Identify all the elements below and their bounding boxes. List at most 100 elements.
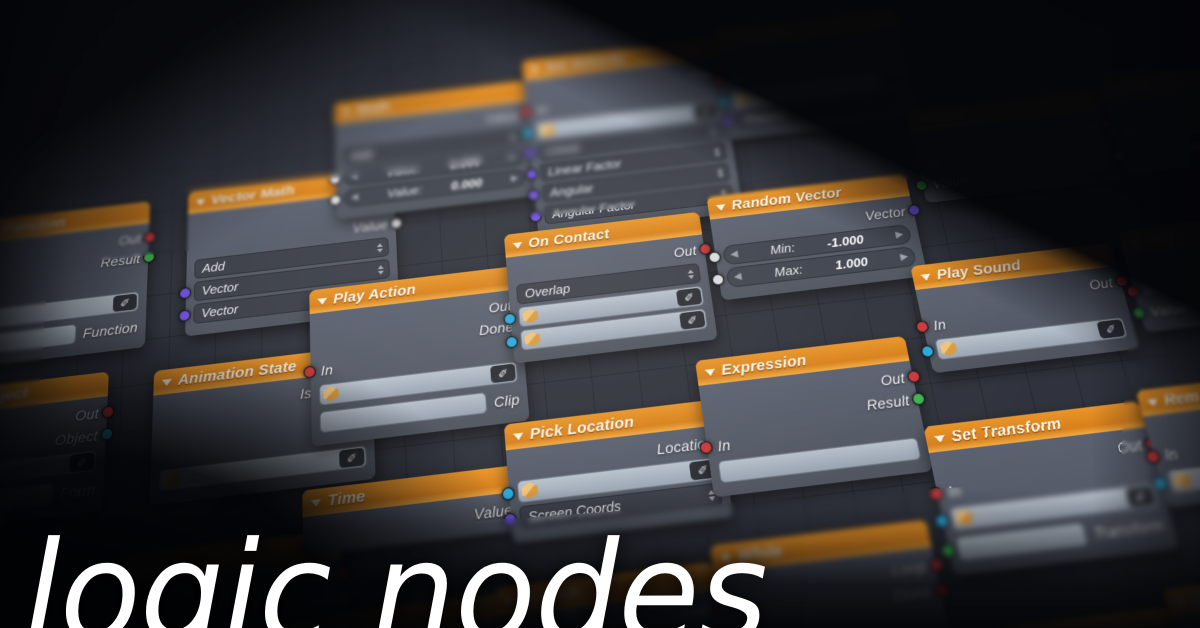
eyedropper-icon[interactable]: ✐ (693, 103, 719, 120)
socket-in-in[interactable] (928, 486, 945, 502)
socket-widget-0[interactable] (920, 344, 935, 358)
text-field[interactable] (0, 323, 77, 360)
object-picker[interactable]: ✐ (0, 449, 98, 495)
collapse-triangle-icon[interactable] (530, 66, 540, 73)
socket-out-out[interactable] (143, 231, 156, 244)
enum-updown-arrows-icon[interactable] (713, 147, 721, 157)
eyedropper-icon[interactable]: ✐ (675, 287, 703, 307)
node-random-vector-a[interactable]: Random Vector Vector ◀ Min: -1.000 ▶ ◀ Max: 1.00… (706, 173, 928, 301)
socket-out-out[interactable] (906, 369, 922, 384)
enum-updown-arrows-icon[interactable] (897, 95, 906, 105)
chevron-left-icon[interactable]: ◀ (733, 271, 742, 282)
node-print-b[interactable]: PrintOutInValue (1117, 209, 1200, 333)
node-header-remove-object[interactable]: Remove Object (1135, 365, 1200, 417)
eyedropper-icon[interactable]: ✐ (879, 72, 906, 90)
node-play-sound[interactable]: Play Sound Out In ✐ (910, 242, 1140, 374)
collapse-triangle-icon[interactable] (161, 378, 172, 387)
collapse-triangle-icon[interactable] (915, 117, 927, 125)
node-string[interactable]: StringStringValue (943, 607, 1200, 628)
node-header-string[interactable]: String (943, 607, 1176, 628)
node-print-a[interactable]: Print Out In Value (905, 88, 1123, 204)
socket-widget-3[interactable] (527, 188, 540, 201)
collapse-triangle-icon[interactable] (722, 35, 733, 42)
socket-in-value[interactable] (1131, 306, 1148, 320)
object-picker[interactable]: ✐ (949, 483, 1159, 532)
socket-widget-2[interactable] (505, 335, 519, 349)
collapse-triangle-icon[interactable] (1146, 398, 1160, 407)
eyedropper-icon[interactable]: ✐ (679, 310, 706, 330)
eyedropper-icon[interactable]: ✐ (339, 447, 365, 469)
text-field[interactable] (319, 391, 488, 434)
socket-out-result[interactable] (911, 392, 927, 406)
node-sleep[interactable]: SleepOutIn◀Time:0.000▶ (1097, 58, 1200, 175)
socket-widget-0[interactable] (707, 250, 722, 264)
collapse-triangle-icon[interactable] (1107, 85, 1119, 93)
object-picker[interactable]: ✐ (1166, 446, 1200, 494)
chevron-right-icon[interactable]: ▶ (895, 229, 905, 240)
eyedropper-icon[interactable]: ✐ (490, 363, 516, 384)
socket-out-out[interactable] (101, 405, 115, 419)
chevron-left-icon[interactable]: ◀ (351, 192, 359, 203)
eyedropper-icon[interactable]: ✐ (69, 451, 95, 473)
eyedropper-icon[interactable]: ✐ (112, 293, 138, 313)
eyedropper-icon[interactable]: ✐ (1125, 485, 1157, 508)
collapse-triangle-icon[interactable] (715, 203, 727, 212)
socket-widget-1[interactable] (523, 147, 536, 159)
socket-in-value[interactable] (914, 179, 929, 192)
chevron-right-icon[interactable]: ▶ (511, 173, 519, 183)
chevron-right-icon[interactable]: ▶ (899, 251, 909, 262)
socket-in-in[interactable] (714, 74, 728, 87)
socket-out-loop[interactable] (928, 557, 945, 573)
socket-widget-2[interactable] (525, 167, 538, 180)
collapse-triangle-icon[interactable] (195, 198, 206, 206)
node-random-vector-b[interactable]: Random VectorVector◀Min:-1.000▶◀Max:1.00… (1162, 563, 1200, 628)
collapse-triangle-icon[interactable] (512, 241, 523, 250)
socket-widget-1[interactable] (711, 272, 725, 286)
node-set-transform[interactable]: Set Transform Out In ✐ Transform (923, 401, 1180, 576)
chevron-left-icon[interactable]: ◀ (350, 171, 358, 181)
object-picker[interactable]: ✐ (516, 457, 720, 504)
enum-updown-arrows-icon[interactable] (716, 167, 724, 178)
node-on-contact[interactable]: On Contact Out Overlap ✐ ✐ (503, 211, 718, 364)
socket-widget-1[interactable] (940, 543, 957, 559)
socket-out-out[interactable] (1114, 274, 1130, 288)
chevron-right-icon[interactable]: ▶ (509, 152, 517, 162)
text-field[interactable] (955, 522, 1089, 562)
socket-out-object[interactable] (100, 427, 114, 442)
node-expression[interactable]: Expression Out Result In (695, 335, 933, 498)
socket-widget-4[interactable] (529, 210, 542, 223)
chevron-left-icon[interactable]: ◀ (1133, 147, 1143, 158)
node-header-random-vector-b[interactable]: Random Vector (1162, 563, 1200, 620)
socket-widget-1[interactable] (503, 312, 517, 325)
socket-widget-2[interactable] (178, 308, 191, 322)
node-impulse[interactable]: Impulse Out In ✐ Impulse (713, 7, 922, 140)
object-picker[interactable]: ✐ (934, 316, 1129, 361)
socket-in-in[interactable] (1105, 127, 1120, 140)
enum-updown-arrows-icon[interactable] (376, 242, 383, 253)
collapse-triangle-icon[interactable] (317, 297, 328, 306)
socket-widget-0[interactable] (934, 513, 950, 529)
socket-widget-1[interactable] (329, 172, 341, 185)
socket-in-in[interactable] (914, 320, 930, 334)
enum-updown-arrows-icon[interactable] (687, 268, 695, 279)
enum-updown-arrows-icon[interactable] (509, 132, 517, 142)
socket-out-out[interactable] (898, 34, 912, 46)
object-picker[interactable]: ✐ (158, 445, 367, 492)
enum-updown-arrows-icon[interactable] (720, 189, 728, 199)
socket-out-result[interactable] (143, 251, 156, 264)
socket-widget-0[interactable] (521, 126, 534, 139)
enum-updown-arrows-icon[interactable] (378, 286, 385, 297)
collapse-triangle-icon[interactable] (920, 273, 932, 281)
socket-widget-0[interactable] (717, 95, 731, 107)
node-header-print-b[interactable]: Print (1117, 209, 1200, 256)
node-math[interactable]: Math Value Add ◀ Value: 0.000 ▶ ◀ Value: 0.000 ▶ (329, 80, 535, 220)
socket-widget-1[interactable] (721, 115, 735, 127)
socket-in-in[interactable] (1125, 285, 1141, 299)
socket-widget-1[interactable] (179, 286, 192, 300)
socket-in-in[interactable] (910, 159, 925, 172)
enum-updown-arrows-icon[interactable] (377, 264, 384, 275)
collapse-triangle-icon[interactable] (512, 432, 524, 441)
collapse-triangle-icon[interactable] (933, 434, 946, 444)
collapse-triangle-icon[interactable] (1127, 238, 1140, 247)
socket-out-value[interactable] (390, 217, 403, 230)
